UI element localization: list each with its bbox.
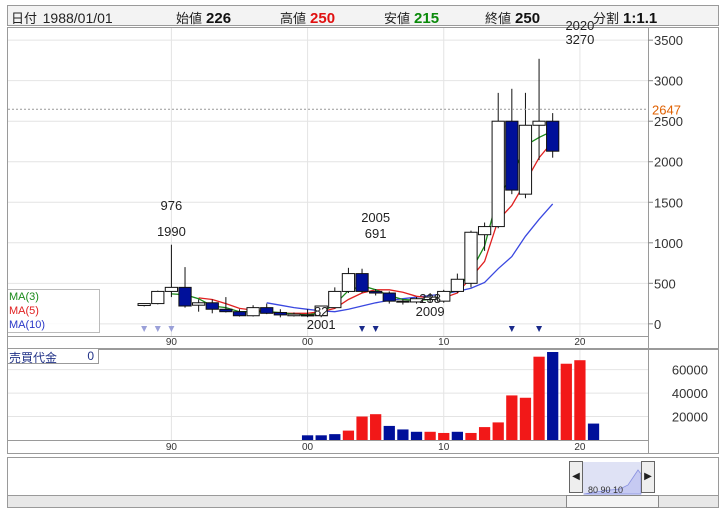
volume-bar (533, 356, 545, 440)
price-y-tick-label: 3500 (654, 33, 683, 48)
candle-body (477, 226, 492, 236)
volume-bar (370, 414, 382, 440)
candle-body (260, 307, 274, 314)
volume-bar (587, 423, 600, 440)
price-y-tick-label: 3000 (654, 74, 683, 89)
volume-y-tick-label: 20000 (672, 410, 708, 425)
candle-body (192, 302, 206, 306)
volume-bar (465, 432, 477, 440)
candle-body (178, 286, 192, 307)
volume-x-tick-label: 20 (574, 442, 586, 453)
triangle-left-icon: ◀ (572, 471, 580, 482)
candle-body (151, 290, 165, 305)
price-xaxis-frame (7, 336, 649, 349)
volume-x-tick-label: 00 (302, 442, 314, 453)
navigator-scroll-thumb[interactable] (566, 495, 659, 508)
price-y-tick-label: 1500 (654, 195, 683, 210)
volume-x-tick-label: 10 (438, 442, 450, 453)
annotation-line1: 1990 (157, 224, 186, 239)
navigator-right-handle[interactable]: ▶ (641, 461, 655, 493)
annotation-line2: 2009 (416, 304, 445, 319)
candle-body (450, 278, 464, 292)
annotation-line2: 2001 (307, 317, 336, 332)
volume-bar (560, 363, 572, 440)
volume-y-ticks: 20000 40000 60000 (672, 363, 708, 425)
price-x-tick-label: 10 (438, 337, 450, 348)
volume-bar (329, 434, 341, 440)
volume-bar (438, 432, 450, 440)
annotation-line2: 3270 (565, 32, 594, 47)
volume-bar (356, 416, 368, 440)
candle-body (491, 120, 505, 228)
price-x-tick-label: 20 (574, 337, 586, 348)
candle-body (164, 286, 179, 292)
candle-body (382, 292, 396, 302)
legend-ma3: MA(3) (9, 291, 39, 303)
volume-bar (383, 425, 395, 440)
candle-body (219, 308, 233, 313)
price-y-tick-label: 0 (654, 317, 661, 332)
volume-bar (301, 435, 314, 440)
candle-body (505, 120, 519, 191)
candle-body (300, 314, 315, 317)
volume-y-tick-label: 60000 (672, 363, 708, 378)
navigator-tick-labels: 80 90 10 (588, 485, 623, 495)
volume-label: 売買代金 (9, 351, 58, 365)
candle-body (137, 303, 151, 307)
price-x-tick-label: 90 (166, 337, 178, 348)
price-panel-frame (7, 27, 649, 337)
price-y-tick-label: 1000 (654, 236, 683, 251)
annotation-line1: 2005 (361, 210, 390, 225)
annotation-line1: 2020 (565, 18, 594, 33)
price-x-tick-label: 00 (302, 337, 314, 348)
ma-legend: MA(3) MA(5) MA(10) (8, 289, 100, 333)
candle-body (287, 313, 301, 317)
volume-bar (574, 360, 586, 440)
volume-current: 0 (87, 349, 94, 363)
candle-body (205, 302, 219, 310)
candle-body (232, 311, 247, 317)
volume-bar (547, 352, 559, 440)
stock-chart[interactable]: 0500100015002000250030003500 90 00 10 20 19… (0, 0, 727, 517)
annotation-line2: 691 (365, 226, 387, 241)
volume-bar (478, 427, 491, 440)
last-price-label: 2647 (652, 102, 681, 117)
volume-y-tick-label: 40000 (672, 386, 708, 401)
volume-bar (410, 431, 423, 440)
volume-label-box: 売買代金 0 (7, 348, 99, 365)
legend-ma5: MA(5) (9, 305, 39, 317)
annotation-line2: 976 (161, 198, 183, 213)
volume-xaxis-frame (7, 440, 649, 454)
navigator-left-handle[interactable]: ◀ (569, 461, 583, 493)
volume-bar (342, 430, 355, 440)
volume-x-tick-label: 90 (166, 442, 178, 453)
candle-body (246, 307, 260, 317)
volume-bar (519, 397, 532, 440)
price-y-tick-label: 2000 (654, 155, 683, 170)
candle-body (464, 231, 478, 284)
volume-bar (506, 395, 518, 440)
volume-bar (451, 431, 463, 440)
candle-body (355, 273, 369, 292)
volume-bar (315, 435, 327, 440)
volume-bar (424, 431, 436, 440)
candle-body (546, 120, 560, 152)
volume-bar (397, 429, 409, 440)
candle-body (273, 311, 287, 316)
volume-bar (492, 422, 504, 440)
triangle-right-icon: ▶ (644, 471, 652, 482)
candle-body (328, 290, 342, 309)
candle-body (396, 300, 410, 303)
candle-body (532, 120, 546, 126)
candle-body (518, 124, 533, 195)
candle-body (369, 290, 383, 294)
price-y-tick-label: 500 (654, 276, 676, 291)
candle-body (341, 273, 356, 292)
legend-ma10: MA(10) (9, 319, 46, 331)
